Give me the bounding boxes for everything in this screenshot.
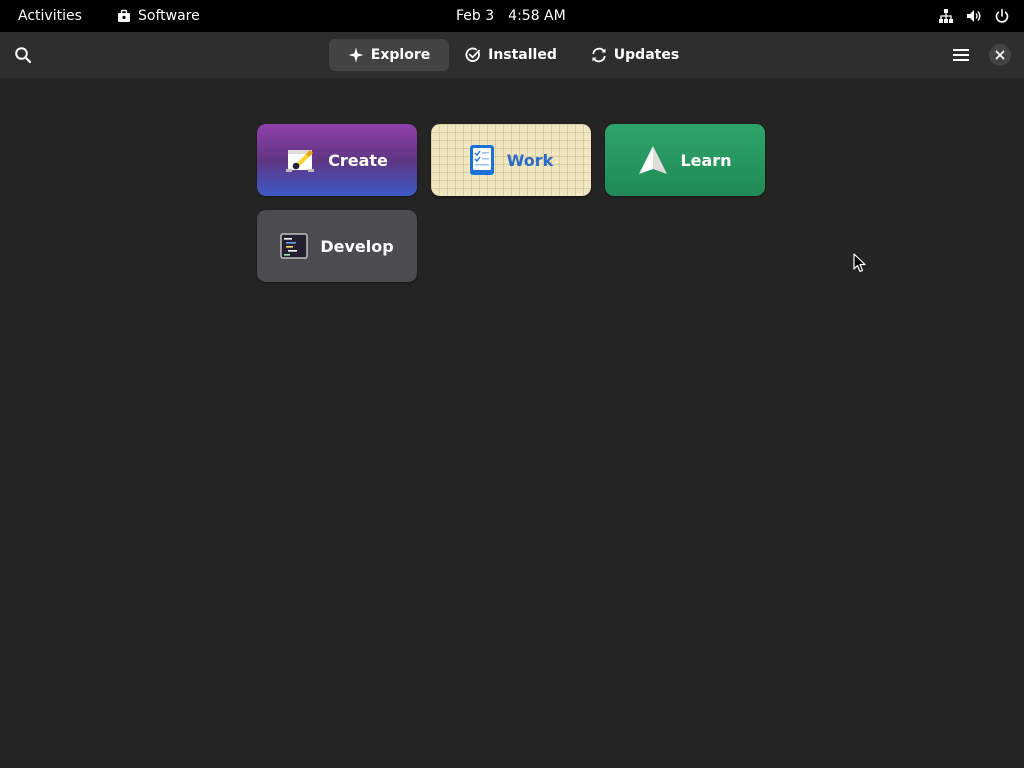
category-learn-tile[interactable]: Learn [605,124,765,196]
search-icon [15,47,32,64]
app-name-label: Software [138,8,200,24]
tab-installed-label: Installed [488,47,557,63]
close-button[interactable] [989,44,1011,66]
category-create-label: Create [328,150,388,170]
top-bar: Activities Software Feb 3 4:58 AM [0,0,1024,32]
explore-icon [348,47,364,63]
close-icon [995,50,1005,60]
refresh-icon [592,47,606,63]
activities-button[interactable]: Activities [18,0,82,32]
tab-explore[interactable]: Explore [329,39,449,71]
category-work-label: Work [506,150,554,170]
category-develop-tile[interactable]: Develop [257,210,417,282]
tab-updates-label: Updates [613,47,680,63]
check-circle-icon [465,47,481,62]
search-button[interactable] [8,40,38,70]
category-learn-label: Learn [680,150,732,170]
work-checklist-icon [469,145,494,175]
create-palette-icon [286,150,315,172]
software-bag-icon [118,9,130,22]
clock-button[interactable]: Feb 3 4:58 AM [456,0,566,32]
category-develop-label: Develop [320,236,394,256]
tab-installed[interactable]: Installed [457,39,565,71]
volume-icon [967,10,981,22]
main-menu-button[interactable] [946,40,976,70]
category-work-tile[interactable]: Work [431,124,591,196]
hamburger-menu-icon [953,49,969,61]
system-status-menu[interactable] [938,0,1010,32]
header-bar: Explore Installed Updates [0,32,1024,78]
power-icon [995,8,1009,23]
date-label: Feb 3 [456,8,495,24]
network-icon [939,9,953,23]
terminal-code-icon [280,233,309,259]
mouse-pointer-icon [853,253,866,273]
app-menu-button[interactable]: Software [117,0,200,32]
tab-updates[interactable]: Updates [583,39,687,71]
paper-plane-icon [639,146,668,174]
category-create-tile[interactable]: Create [257,124,417,196]
tab-explore-label: Explore [370,47,431,63]
time-label: 4:58 AM [508,8,566,24]
